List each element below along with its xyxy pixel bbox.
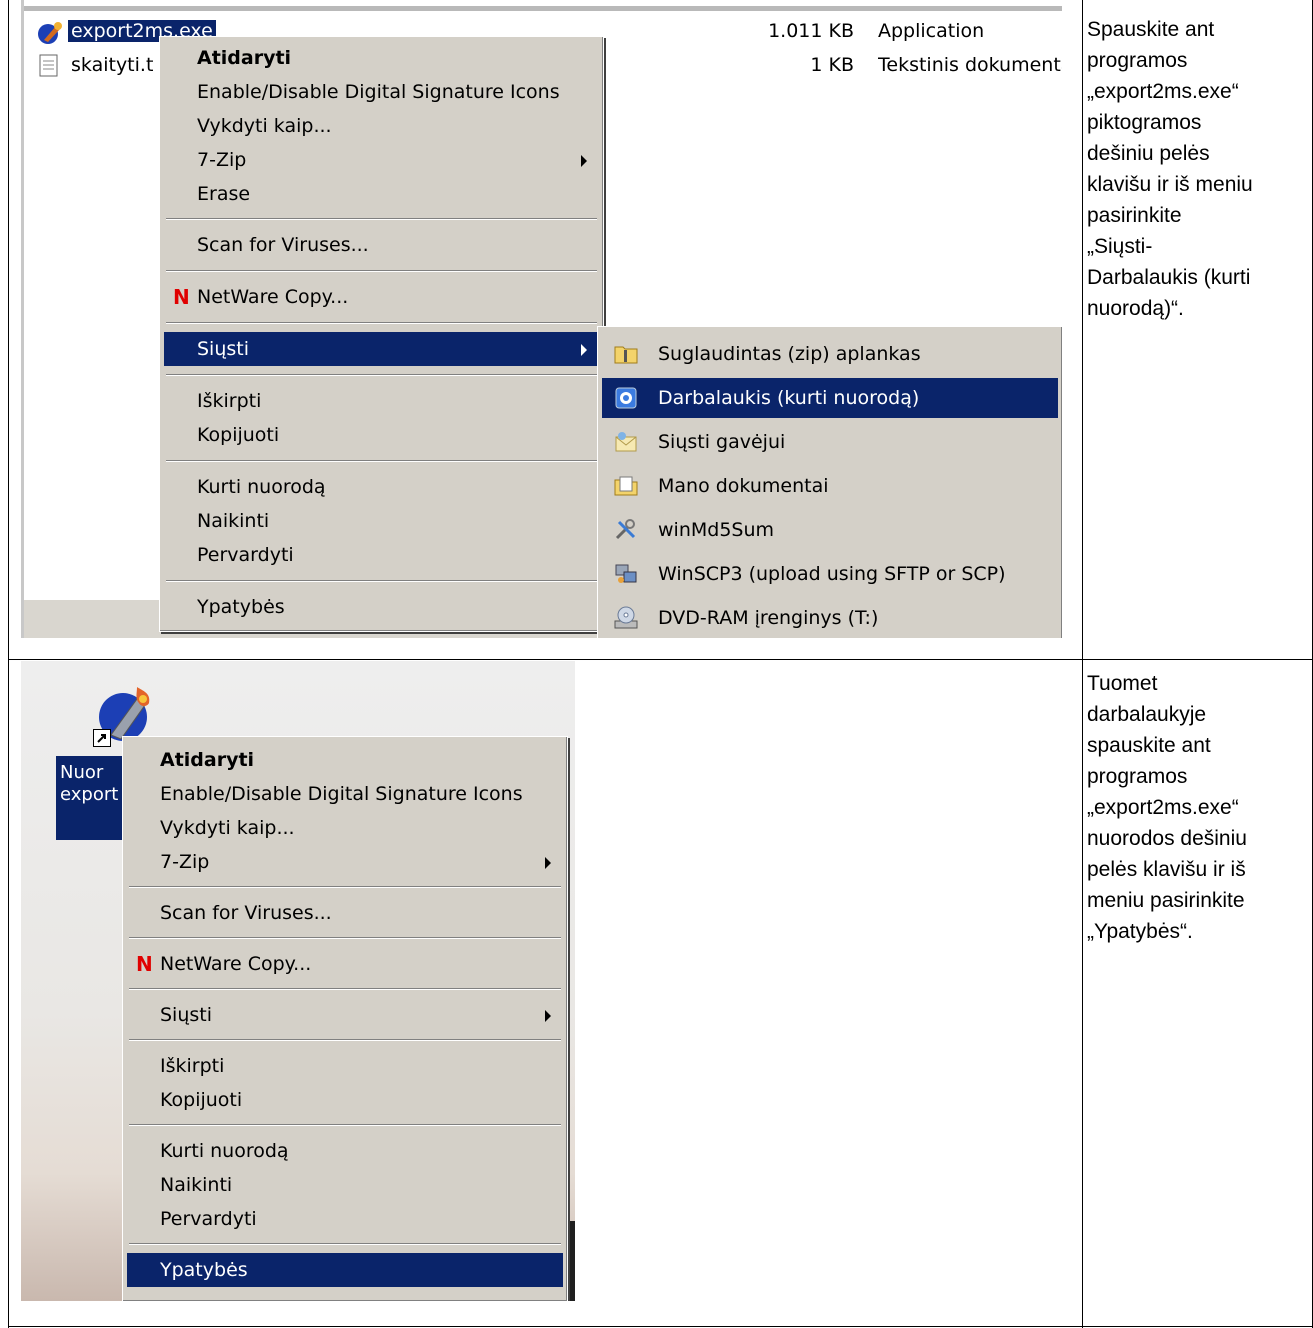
submenu-arrow-icon (545, 1010, 551, 1022)
column-header-bar (24, 6, 1062, 11)
desktop-icon (615, 387, 637, 409)
menu-item-send-to[interactable]: Siųsti (127, 998, 563, 1032)
menu-item-erase[interactable]: Erase (164, 177, 599, 211)
menu-item-label: Siųsti (197, 338, 250, 360)
menu-item-label: NetWare Copy... (160, 953, 312, 975)
submenu-item-my-documents[interactable]: Mano dokumentai (602, 466, 1058, 506)
menu-item-run-as[interactable]: Vykdyti kaip... (164, 109, 599, 143)
menu-item-properties[interactable]: Ypatybės (164, 590, 599, 624)
submenu-item-label: Darbalaukis (kurti nuorodą) (658, 387, 920, 409)
menu-separator (166, 580, 597, 582)
text-file-icon (39, 54, 58, 77)
table-border-left (8, 0, 9, 1328)
my-documents-icon (614, 476, 638, 496)
application-icon (38, 22, 62, 44)
file-name[interactable]: skaityti.t (71, 54, 153, 76)
submenu-arrow-icon (581, 155, 587, 167)
menu-item-properties[interactable]: Ypatybės (127, 1253, 563, 1287)
menu-item-copy[interactable]: Kopijuoti (164, 418, 599, 452)
mail-recipient-icon (615, 432, 637, 452)
menu-separator (129, 886, 561, 888)
file-size: 1 KB (810, 54, 854, 76)
menu-item-run-as[interactable]: Vykdyti kaip... (127, 811, 563, 845)
table-column-divider (1082, 0, 1083, 1328)
menu-separator (166, 460, 597, 462)
file-type: Application (878, 20, 985, 42)
menu-item-create-shortcut[interactable]: Kurti nuorodą (164, 470, 599, 504)
menu-item-rename[interactable]: Pervardyti (127, 1202, 563, 1236)
send-to-submenu: Suglaudintas (zip) aplankas Darbalaukis … (597, 326, 1062, 638)
menu-item-label: 7-Zip (197, 149, 247, 171)
menu-item-create-shortcut[interactable]: Kurti nuorodą (127, 1134, 563, 1168)
menu-separator (166, 374, 597, 376)
menu-item-scan-viruses[interactable]: Scan for Viruses... (127, 896, 563, 930)
menu-item-delete[interactable]: Naikinti (127, 1168, 563, 1202)
desktop-screenshot: Nuor export Atidaryti Enable/Disable Dig… (21, 661, 575, 1301)
submenu-item-mail-recipient[interactable]: Siųsti gavėjui (602, 422, 1058, 462)
menu-separator (129, 1039, 561, 1041)
submenu-item-label: DVD-RAM įrenginys (T:) (658, 607, 879, 629)
file-size: 1.011 KB (768, 20, 854, 42)
menu-item-7zip[interactable]: 7-Zip (127, 845, 563, 879)
menu-separator (129, 937, 561, 939)
submenu-item-dvd-drive[interactable]: DVD-RAM įrenginys (T:) (602, 598, 1058, 638)
submenu-item-winscp[interactable]: WinSCP3 (upload using SFTP or SCP) (602, 554, 1058, 594)
submenu-item-label: Siųsti gavėjui (658, 431, 786, 453)
menu-item-delete[interactable]: Naikinti (164, 504, 599, 538)
menu-item-label: 7-Zip (160, 851, 210, 873)
menu-item-rename[interactable]: Pervardyti (164, 538, 599, 572)
submenu-item-label: winMd5Sum (658, 519, 775, 541)
menu-separator (166, 218, 597, 220)
table-border-bottom (8, 1326, 1313, 1327)
context-menu: Atidaryti Enable/Disable Digital Signatu… (159, 36, 604, 632)
dvd-drive-icon (614, 606, 638, 629)
menu-item-digital-signature[interactable]: Enable/Disable Digital Signature Icons (164, 75, 599, 109)
submenu-arrow-icon (581, 344, 587, 356)
table-border-middle (8, 659, 1313, 660)
menu-item-copy[interactable]: Kopijuoti (127, 1083, 563, 1117)
menu-item-scan-viruses[interactable]: Scan for Viruses... (164, 228, 599, 262)
instruction-text-step-1: Spauskite ant programos „export2ms.exe“ … (1087, 18, 1253, 320)
menu-item-send-to[interactable]: Siųsti (164, 332, 599, 366)
submenu-item-label: Mano dokumentai (658, 475, 829, 497)
explorer-screenshot: export2ms.exe 1.011 KB Application skait… (21, 0, 1062, 638)
menu-item-cut[interactable]: Iškirpti (164, 384, 599, 418)
submenu-item-desktop[interactable]: Darbalaukis (kurti nuorodą) (602, 378, 1058, 418)
menu-item-digital-signature[interactable]: Enable/Disable Digital Signature Icons (127, 777, 563, 811)
submenu-item-winmd5sum[interactable]: winMd5Sum (602, 510, 1058, 550)
submenu-arrow-icon (545, 857, 551, 869)
tools-icon (615, 519, 636, 540)
menu-item-open[interactable]: Atidaryti (164, 41, 599, 75)
file-type: Tekstinis dokumenta (878, 54, 1062, 76)
submenu-item-zip[interactable]: Suglaudintas (zip) aplankas (602, 334, 1058, 374)
menu-item-open[interactable]: Atidaryti (127, 743, 563, 777)
menu-item-netware-copy[interactable]: N NetWare Copy... (164, 280, 599, 314)
desktop-shortcut-label[interactable]: Nuor export (56, 756, 122, 840)
menu-item-label: NetWare Copy... (197, 286, 349, 308)
menu-separator (129, 1243, 561, 1245)
submenu-item-label: Suglaudintas (zip) aplankas (658, 343, 921, 365)
menu-item-netware-copy[interactable]: N NetWare Copy... (127, 947, 563, 981)
menu-separator (129, 988, 561, 990)
shortcut-arrow-icon (93, 729, 111, 747)
menu-item-cut[interactable]: Iškirpti (127, 1049, 563, 1083)
context-menu: Atidaryti Enable/Disable Digital Signatu… (122, 736, 568, 1301)
netware-n-icon: N (136, 952, 153, 976)
zip-folder-icon (614, 346, 638, 364)
menu-item-label: Siųsti (160, 1004, 213, 1026)
menu-separator (166, 270, 597, 272)
winscp-icon (615, 564, 637, 583)
submenu-item-label: WinSCP3 (upload using SFTP or SCP) (658, 563, 1006, 585)
menu-item-7zip[interactable]: 7-Zip (164, 143, 599, 177)
netware-n-icon: N (173, 285, 190, 309)
instruction-text-step-2: Tuomet darbalaukyje spauskite ant progra… (1087, 672, 1247, 943)
menu-separator (129, 1124, 561, 1126)
menu-separator (166, 322, 597, 324)
